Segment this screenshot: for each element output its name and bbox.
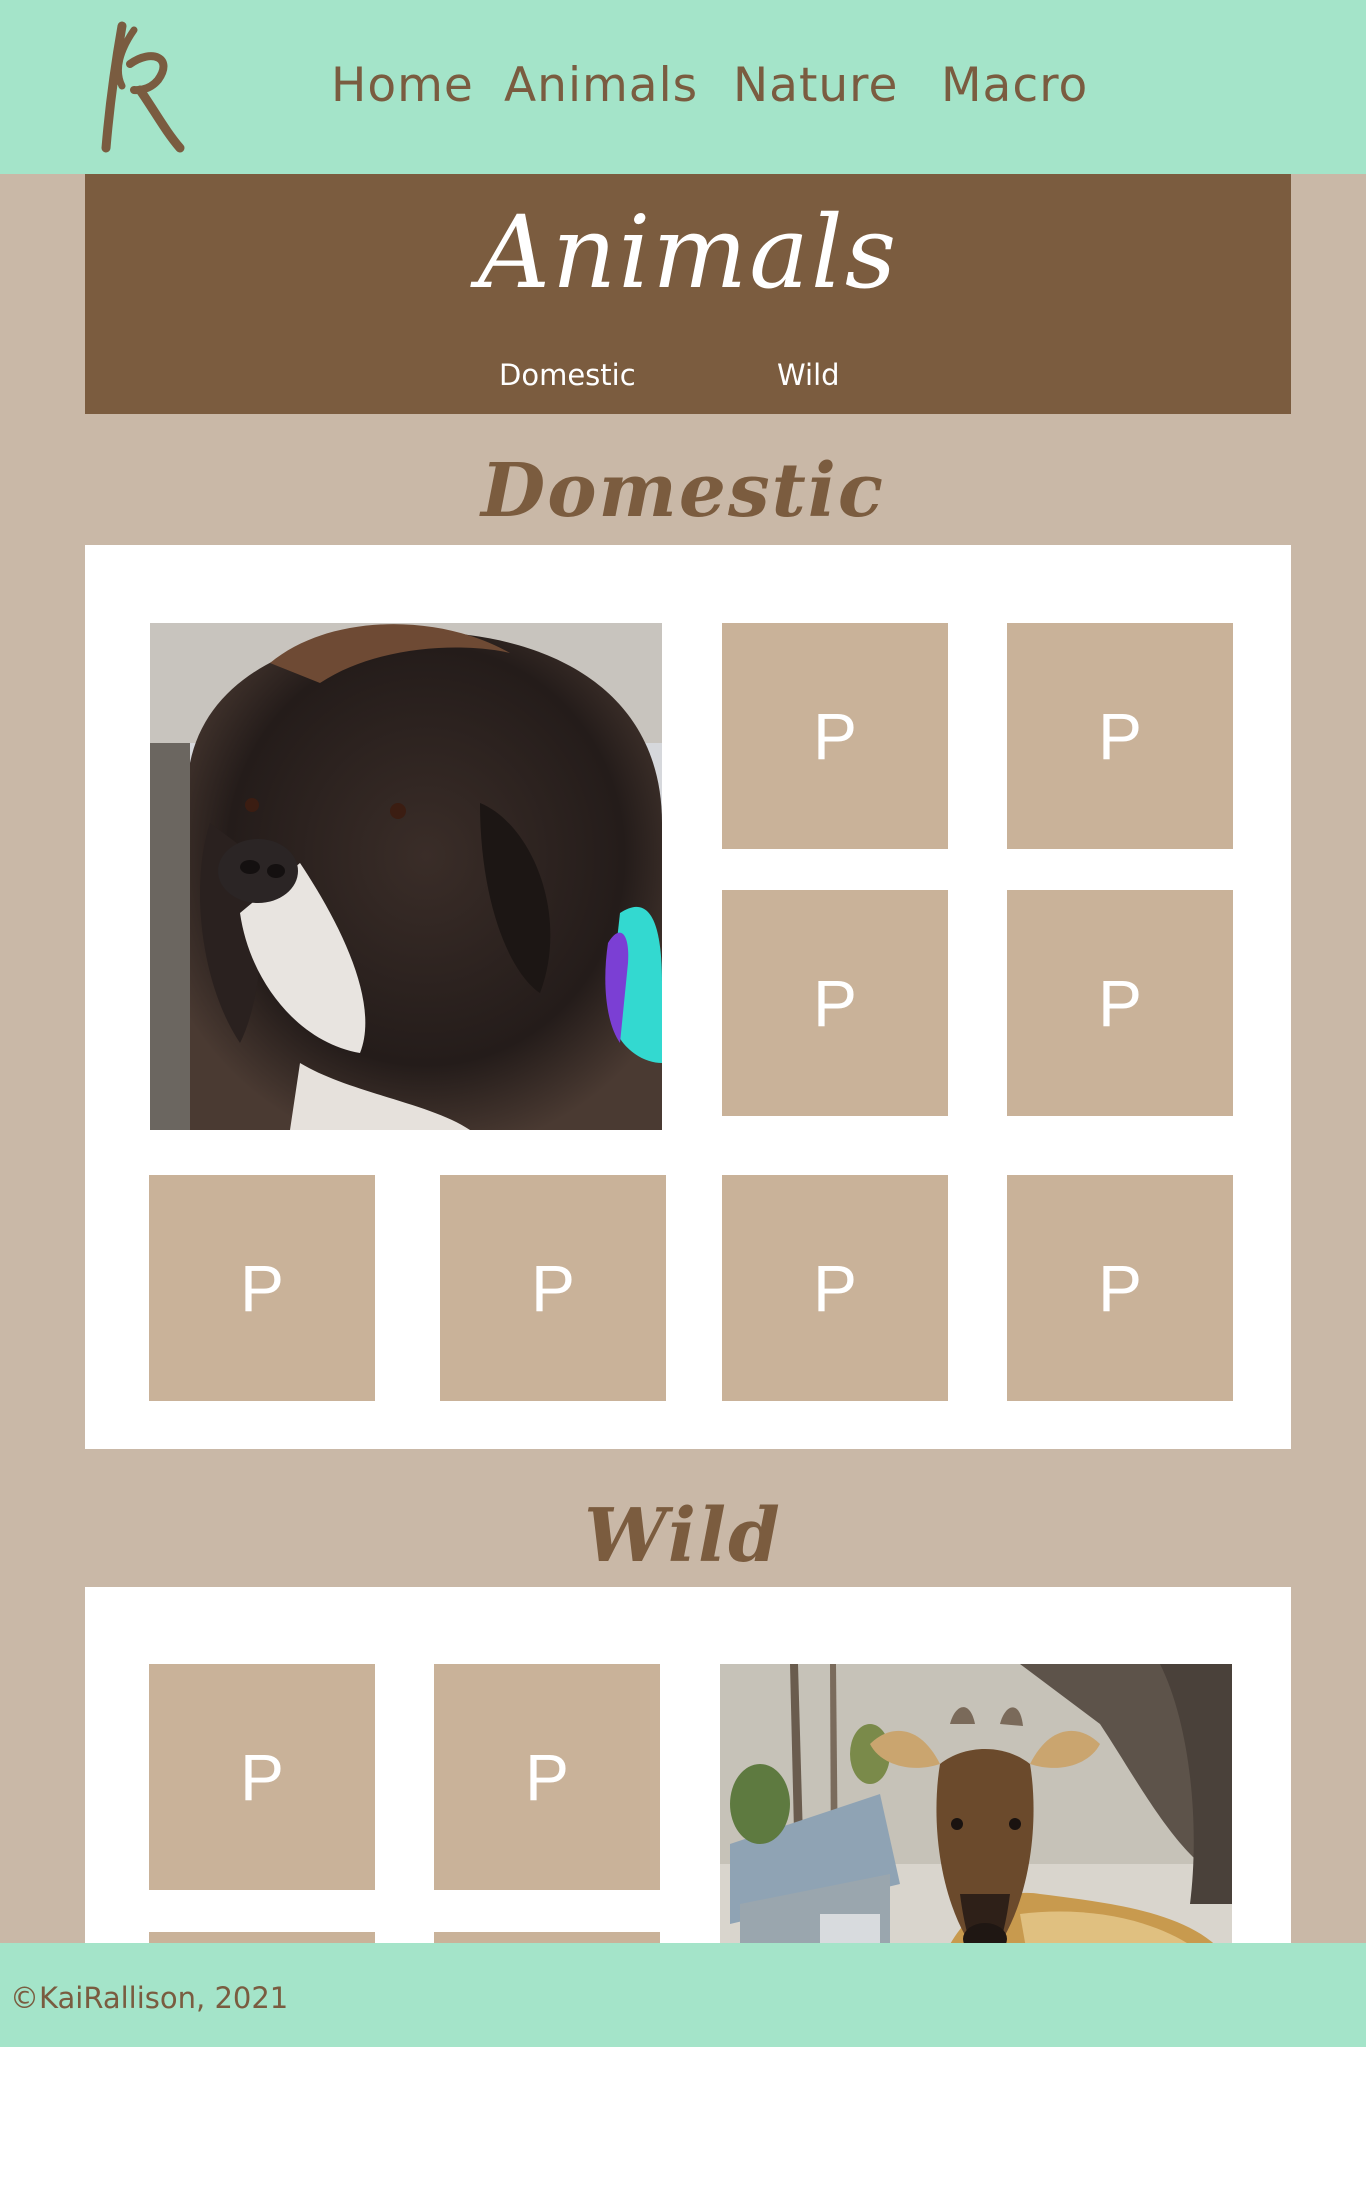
- photo-placeholder-tile[interactable]: P: [149, 1175, 375, 1401]
- nav-macro[interactable]: Macro: [941, 58, 1088, 113]
- photo-placeholder-tile[interactable]: P: [1007, 890, 1233, 1116]
- nav-animals[interactable]: Animals: [504, 58, 698, 113]
- category-banner: Animals Domestic Wild: [85, 174, 1291, 414]
- site-footer: ©KaiRallison, 2021: [0, 1943, 1366, 2047]
- domestic-gallery: P P P P P P P P: [85, 545, 1291, 1449]
- page-title: Animals: [477, 194, 899, 311]
- section-title-wild: Wild: [584, 1493, 782, 1579]
- viewport: Home Animals Nature Macro Animals Domest…: [0, 0, 1366, 2192]
- subnav-wild[interactable]: Wild: [777, 358, 840, 392]
- copyright-text: ©KaiRallison, 2021: [10, 1981, 289, 2015]
- subnav-domestic[interactable]: Domestic: [499, 358, 636, 392]
- dog-photo[interactable]: [150, 623, 662, 1130]
- main-nav: Home Animals Nature Macro: [0, 58, 1366, 118]
- photo-placeholder-tile[interactable]: P: [434, 1664, 660, 1890]
- section-title-domestic: Domestic: [481, 448, 885, 534]
- photo-placeholder-tile[interactable]: P: [722, 623, 948, 849]
- photo-placeholder-tile[interactable]: P: [1007, 623, 1233, 849]
- photo-placeholder-tile[interactable]: P: [1007, 1175, 1233, 1401]
- photo-placeholder-tile[interactable]: P: [149, 1664, 375, 1890]
- nav-home[interactable]: Home: [331, 58, 474, 113]
- nav-nature[interactable]: Nature: [733, 58, 898, 113]
- page: Home Animals Nature Macro Animals Domest…: [0, 0, 1366, 2047]
- photo-placeholder-tile[interactable]: P: [440, 1175, 666, 1401]
- site-header: Home Animals Nature Macro: [0, 0, 1366, 174]
- photo-placeholder-tile[interactable]: P: [722, 1175, 948, 1401]
- photo-placeholder-tile[interactable]: P: [722, 890, 948, 1116]
